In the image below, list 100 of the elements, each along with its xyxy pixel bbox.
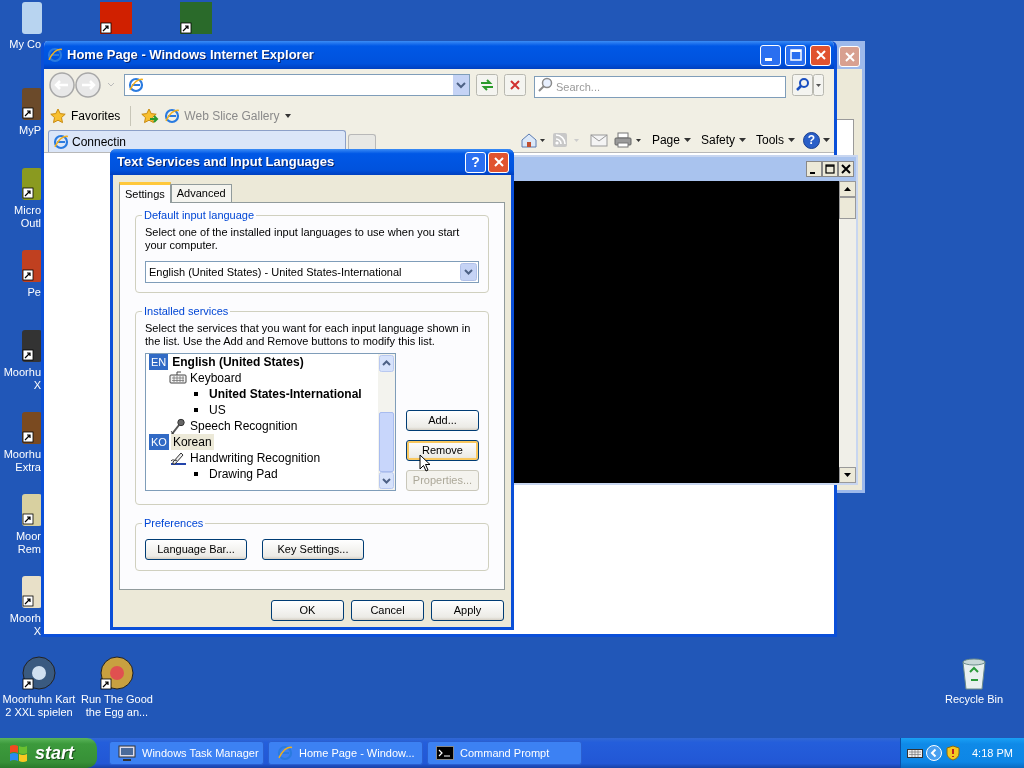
taskbar-button[interactable]: Command Prompt: [427, 741, 582, 765]
tree-item[interactable]: US: [207, 402, 228, 418]
dialog-button[interactable]: Apply: [431, 600, 504, 621]
shortcut-icon: [22, 412, 42, 444]
language-badge: EN: [149, 354, 169, 370]
close-icon: [841, 164, 851, 174]
preferences-button[interactable]: Key Settings...: [262, 539, 364, 560]
minimize-icon: [765, 57, 772, 61]
icon-label[interactable]: Run The Good the Egg an...: [81, 693, 153, 719]
description-text: Select one of the installed input languages to use when you start your computer.: [145, 226, 461, 252]
icon-label[interactable]: Pe: [0, 286, 41, 299]
group-heading: Default input language: [142, 209, 257, 222]
group-heading: Installed services: [142, 305, 231, 318]
caret-icon: [823, 137, 830, 143]
preferences-button[interactable]: Language Bar...: [145, 539, 247, 560]
minimize-icon: [810, 172, 815, 174]
maximize-icon: [825, 164, 835, 174]
scrollbar[interactable]: [839, 181, 856, 483]
browser-icon: [277, 745, 293, 761]
group-heading: Preferences: [142, 517, 206, 530]
tree-item[interactable]: Keyboard: [188, 370, 244, 386]
dialog-button[interactable]: Cancel: [351, 600, 424, 621]
icon-label[interactable]: Moorhuhn Kart 2 XXL spielen: [2, 693, 76, 719]
dialog-tab[interactable]: Settings: [119, 182, 171, 203]
bullet-icon: [194, 472, 198, 476]
tree-item[interactable]: Handwriting Recognition: [188, 450, 323, 466]
caret-icon: [788, 137, 795, 143]
tree-item[interactable]: Korean: [170, 434, 214, 450]
icon-label[interactable]: Moor Rem: [0, 530, 41, 556]
browser-tab[interactable]: Connectin: [48, 130, 346, 152]
help-button[interactable]: ?: [803, 131, 820, 149]
console-icon: [436, 746, 454, 760]
icon-label[interactable]: Moorhu Extra: [0, 448, 41, 474]
taskbar-button[interactable]: Home Page - Window...: [268, 741, 423, 765]
browser-icon: [47, 47, 63, 63]
menu-button[interactable]: Safety: [698, 131, 748, 149]
search-icon[interactable]: [792, 74, 824, 96]
dialog-button[interactable]: Remove: [406, 440, 479, 461]
icon-label[interactable]: Moorhu X: [0, 366, 41, 392]
add-favorite-icon[interactable]: [141, 107, 160, 124]
shortcut-icon: [100, 2, 132, 34]
bullet-icon: [194, 392, 198, 396]
minimize-button[interactable]: [806, 161, 822, 177]
print-icon[interactable]: [613, 132, 644, 148]
star-icon: [50, 107, 66, 124]
shortcut-icon: [22, 88, 42, 120]
menu-button[interactable]: Tools: [754, 131, 797, 149]
mouse-cursor-icon: [419, 454, 431, 472]
window-title: Home Page - Windows Internet Explorer: [67, 46, 315, 65]
chevron-icon[interactable]: [926, 745, 942, 761]
language-select[interactable]: English (United States) - United States-International: [145, 261, 479, 283]
maximize-button[interactable]: [822, 161, 838, 177]
caret-icon: [683, 137, 691, 143]
close-icon: [842, 49, 857, 64]
stop-icon[interactable]: [504, 74, 526, 96]
speech-icon: [169, 418, 187, 434]
shortcut-icon: [22, 168, 42, 200]
services-tree[interactable]: EN English (United States) Keyboard United States-International US Speech Recognition KO Korean Handwriting Recognition Drawing Pad: [145, 353, 396, 491]
browser-icon: [53, 133, 69, 150]
browser-icon: [164, 107, 181, 124]
tree-item[interactable]: Speech Recognition: [188, 418, 300, 434]
shortcut-icon: [180, 2, 212, 34]
scroll-down-icon: [379, 472, 394, 489]
dialog-title: Text Services and Input Languages: [117, 153, 336, 172]
close-icon: [491, 155, 506, 169]
select-value: English (United States) - United States-International: [149, 264, 403, 280]
dialog-tab[interactable]: Advanced: [170, 184, 232, 202]
icon-label[interactable]: Recycle Bin: [944, 693, 1004, 706]
search-field[interactable]: Search...: [534, 76, 786, 98]
scroll-up-icon: [379, 355, 394, 372]
recycle-bin-icon: [959, 656, 989, 690]
taskbar-button[interactable]: Windows Task Manager: [109, 741, 264, 765]
shortcut-icon: [22, 576, 42, 608]
home-icon[interactable]: [519, 132, 546, 148]
shortcut-icon: [22, 656, 56, 690]
dialog-button[interactable]: OK: [271, 600, 344, 621]
favorites-button[interactable]: Favorites: [50, 106, 121, 125]
close-button[interactable]: [838, 161, 854, 177]
tree-item[interactable]: English (United States): [170, 354, 306, 370]
menu-button[interactable]: Page: [649, 131, 693, 149]
icon-label[interactable]: Moorh X: [0, 612, 41, 638]
shield-icon[interactable]: [945, 745, 961, 761]
dialog-button[interactable]: Add...: [406, 410, 479, 431]
tree-item[interactable]: Drawing Pad: [207, 466, 280, 482]
help-button[interactable]: ?: [465, 151, 486, 173]
start-button[interactable]: start: [0, 738, 97, 768]
scroll-thumb[interactable]: [379, 412, 394, 472]
scrollbar[interactable]: [378, 354, 395, 490]
tree-item[interactable]: United States-International: [207, 386, 364, 402]
icon-label[interactable]: Micro Outl: [0, 204, 41, 230]
refresh-icon[interactable]: [476, 74, 498, 96]
shortcut-icon: [22, 494, 42, 526]
keyboard-icon[interactable]: [907, 746, 923, 760]
mail-icon[interactable]: [589, 133, 608, 147]
icon-label[interactable]: MyP: [0, 124, 41, 137]
icon-label[interactable]: My Co: [0, 38, 41, 51]
scroll-thumb[interactable]: [839, 197, 856, 219]
language-badge: KO: [149, 434, 169, 450]
description-text: Select the services that you want for each input language shown in the list. Use the Add and Remove buttons to modify this list.: [145, 322, 472, 348]
address-field[interactable]: [124, 74, 470, 96]
